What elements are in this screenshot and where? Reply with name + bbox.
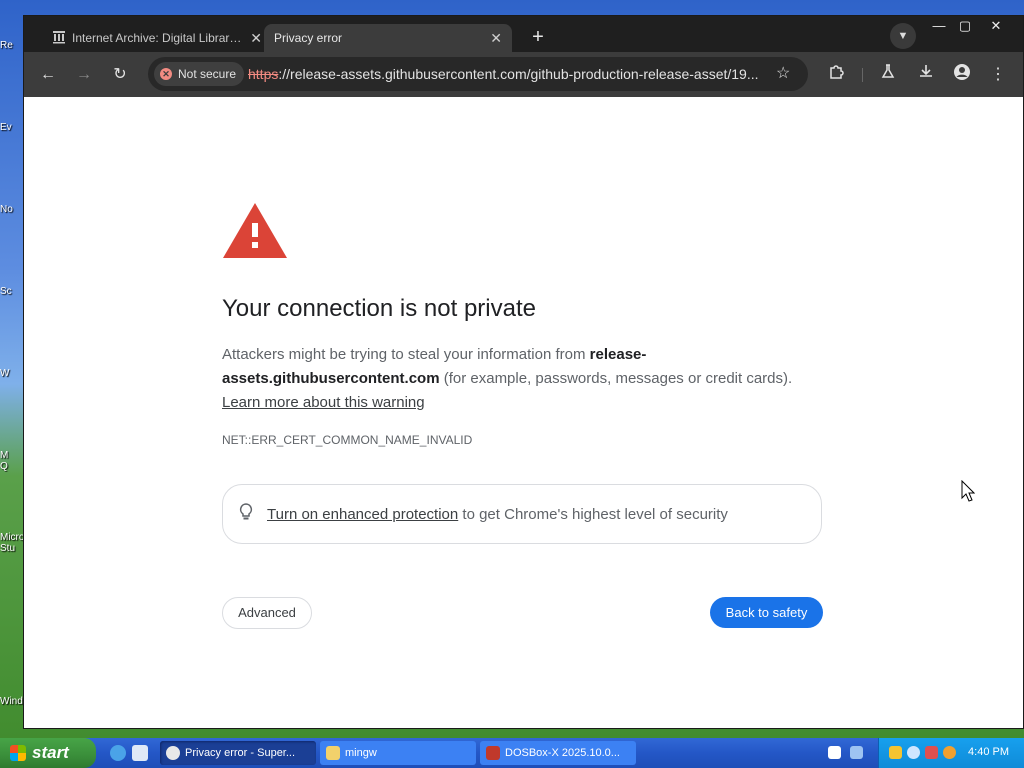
windows-flag-icon [10, 745, 26, 761]
task-label: Privacy error - Super... [185, 747, 296, 759]
taskbar-item-chrome[interactable]: Privacy error - Super... [160, 741, 316, 765]
bookmark-star-icon[interactable]: ☆ [776, 63, 790, 83]
taskbar: start Privacy error - Super... mingw DOS… [0, 738, 1024, 768]
url-scheme: https [248, 66, 279, 82]
download-icon[interactable] [914, 63, 938, 87]
tray-chevron-icon[interactable] [850, 746, 863, 759]
labs-flask-icon[interactable] [876, 63, 900, 87]
back-to-safety-button[interactable]: Back to safety [710, 597, 823, 628]
desktop-icon-label[interactable]: Re [0, 40, 24, 51]
start-button[interactable]: start [0, 738, 96, 768]
tab-strip: Internet Archive: Digital Library of ✕ P… [24, 16, 1023, 52]
tab-privacy-error[interactable]: Privacy error ✕ [264, 24, 512, 52]
tab-title: Internet Archive: Digital Library of [72, 31, 245, 45]
taskbar-item-mingw[interactable]: mingw [320, 741, 476, 765]
tab-internet-archive[interactable]: Internet Archive: Digital Library of ✕ [42, 24, 272, 52]
desktop-icon-label[interactable]: M Q [0, 450, 24, 472]
task-label: DOSBox-X 2025.10.0... [505, 747, 620, 759]
url-rest: ://release-assets.githubusercontent.com/… [278, 66, 759, 82]
menu-kebab-icon[interactable]: ⋮ [986, 63, 1010, 87]
advanced-button[interactable]: Advanced [222, 597, 312, 629]
reload-icon[interactable]: ↻ [108, 63, 132, 87]
dosbox-icon [486, 746, 500, 760]
url-text[interactable]: https://release-assets.githubusercontent… [248, 66, 768, 82]
tab-title: Privacy error [274, 31, 343, 45]
network-icon[interactable] [907, 746, 920, 759]
taskbar-item-dosbox[interactable]: DOSBox-X 2025.10.0... [480, 741, 636, 765]
minimize-icon[interactable]: — [925, 18, 953, 34]
search-icon[interactable] [943, 746, 956, 759]
toolbar-divider [862, 68, 863, 82]
quick-launch-ie-icon[interactable] [110, 745, 126, 761]
not-secure-chip[interactable]: ✕ Not secure [154, 62, 245, 86]
not-secure-label: Not secure [178, 67, 237, 81]
help-icon[interactable] [828, 746, 841, 759]
extensions-puzzle-icon[interactable] [824, 63, 848, 87]
system-tray: 4:40 PM [878, 738, 1024, 768]
security-shield-icon[interactable] [889, 746, 902, 759]
quick-launch-desktop-icon[interactable] [132, 745, 148, 761]
error-code: NET::ERR_CERT_COMMON_NAME_INVALID [222, 433, 473, 447]
profile-avatar-icon[interactable] [950, 63, 974, 87]
desktop-icon-label[interactable]: Micro Stu [0, 532, 24, 554]
lightbulb-icon [239, 502, 253, 526]
close-tab-icon[interactable]: ✕ [490, 30, 502, 47]
close-tab-icon[interactable]: ✕ [250, 30, 262, 47]
tab-search-chevron-icon[interactable]: ▼ [890, 23, 916, 49]
enhanced-rest: to get Chrome's highest level of securit… [458, 505, 728, 523]
explanation-suffix: (for example, passwords, messages or cre… [439, 370, 793, 387]
learn-more-link[interactable]: Learn more about this warning [222, 394, 425, 411]
browser-window: Internet Archive: Digital Library of ✕ P… [24, 16, 1023, 728]
address-bar[interactable]: ✕ Not secure https://release-assets.gith… [148, 57, 808, 91]
explanation-text: Attackers might be trying to steal your … [222, 343, 822, 415]
desktop-icon-label[interactable]: Sc [0, 286, 24, 297]
enhanced-protection-box: Turn on enhanced protection to get Chrom… [222, 484, 822, 544]
explanation-prefix: Attackers might be trying to steal your … [222, 346, 590, 363]
enhanced-text: Turn on enhanced protection to get Chrom… [267, 506, 728, 523]
library-icon [52, 30, 66, 47]
new-tab-plus-icon[interactable]: + [526, 26, 550, 50]
forward-arrow-icon[interactable]: → [72, 63, 96, 87]
interstitial-page: Your connection is not private Attackers… [24, 97, 1023, 728]
close-window-icon[interactable]: ✕ [982, 18, 1010, 34]
folder-icon [326, 746, 340, 760]
chrome-icon [166, 746, 180, 760]
task-label: mingw [345, 747, 377, 759]
page-title: Your connection is not private [222, 295, 536, 322]
tray-app-icon[interactable] [925, 746, 938, 759]
browser-toolbar: ← → ↻ ✕ Not secure https://release-asset… [24, 52, 1023, 97]
enhanced-protection-link[interactable]: Turn on enhanced protection [267, 506, 458, 523]
desktop-icon-label[interactable]: Wind [0, 696, 24, 707]
back-arrow-icon[interactable]: ← [36, 63, 60, 87]
warning-x-icon: ✕ [160, 68, 172, 80]
clock: 4:40 PM [968, 746, 1009, 758]
desktop-icon-label[interactable]: No [0, 204, 24, 215]
desktop-icon-label[interactable]: W [0, 368, 24, 379]
start-label: start [32, 743, 69, 762]
desktop-icon-label[interactable]: Ev [0, 122, 24, 133]
mouse-cursor-icon [961, 479, 976, 507]
warning-triangle-icon [222, 201, 288, 264]
maximize-icon[interactable]: ▢ [951, 18, 979, 34]
